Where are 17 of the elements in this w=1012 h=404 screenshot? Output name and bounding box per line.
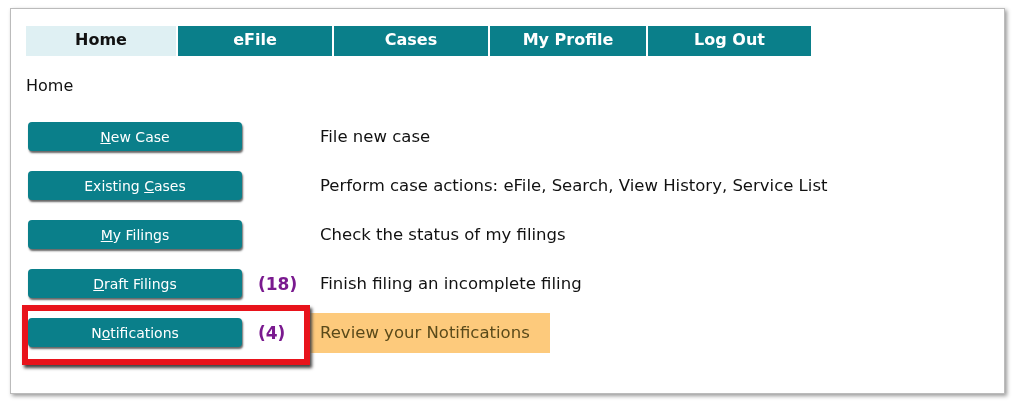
action-description: Finish filing an incomplete filing [319,272,583,295]
action-description: Perform case actions: eFile, Search, View History, Service List [319,174,829,197]
breadcrumb: Home [26,76,75,96]
nav-tab[interactable]: Log Out [648,26,813,56]
action-button[interactable]: New Case [28,122,242,151]
nav-tab[interactable]: eFile [178,26,334,56]
nav-tab[interactable]: Cases [334,26,490,56]
nav-tab[interactable]: Home [26,26,178,56]
item-count: (18) [257,273,299,294]
action-button[interactable]: Existing Cases [28,171,242,200]
action-description: Check the status of my filings [319,223,567,246]
nav-tab[interactable]: My Profile [490,26,648,56]
item-count: (4) [257,322,287,343]
action-button[interactable]: Draft Filings [28,269,242,298]
action-description: File new case [319,125,432,148]
action-button[interactable]: My Filings [28,220,242,249]
action-button[interactable]: Notifications [28,318,242,347]
